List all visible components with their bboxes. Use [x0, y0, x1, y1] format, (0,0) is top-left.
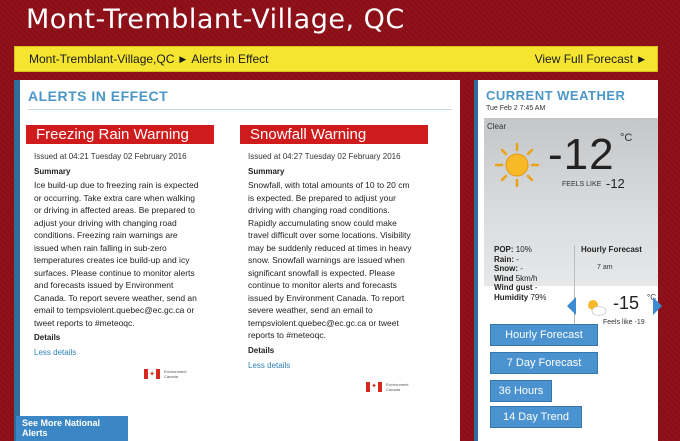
logo-text: Canada	[164, 374, 179, 379]
divider	[28, 109, 452, 110]
logo-text: Canada	[386, 386, 401, 392]
hourly-temperature: -15	[613, 293, 640, 313]
stat-row: POP: 10%	[494, 245, 546, 255]
environment-canada-logo: ✦ Environment Canada	[144, 369, 214, 379]
condition-label: Clear	[487, 122, 507, 131]
hourly-forecast-title: Hourly Forecast	[581, 245, 642, 254]
site-title: Mont-Tremblant-Village, QC	[26, 4, 405, 35]
alerts-section-title: ALERTS IN EFFECT	[28, 88, 169, 104]
see-more-alerts-button[interactable]: See More National Alerts	[16, 416, 128, 441]
canada-flag-icon: ✦	[144, 369, 160, 379]
feels-like-label: FEELS LIKE	[562, 181, 602, 188]
hourly-forecast-button[interactable]: Hourly Forecast	[490, 324, 598, 346]
view-full-forecast-label: View Full Forecast	[534, 52, 634, 66]
summary-heading: Summary	[34, 167, 71, 176]
seven-day-forecast-button[interactable]: 7 Day Forecast	[490, 352, 598, 374]
breadcrumb-bar: Mont-Tremblant-Village,QC ▶ Alerts in Ef…	[14, 46, 658, 72]
stat-label: Wind gust	[494, 283, 533, 293]
stat-row: Snow: -	[494, 264, 546, 274]
stat-label: Wind	[494, 273, 514, 283]
sun-cloud-icon	[588, 300, 607, 316]
current-weather-panel: CURRENT WEATHER Tue Feb 2 7:45 AM Clear …	[474, 80, 662, 441]
temperature-unit: °C	[620, 132, 633, 144]
thirty-six-hours-button[interactable]: 36 Hours	[490, 380, 552, 402]
hourly-forecast-time: 7 am	[597, 264, 613, 271]
stat-row: Rain: -	[494, 255, 546, 265]
stat-label: Snow:	[494, 264, 518, 274]
stat-label: Humidity	[494, 292, 529, 302]
environment-canada-logo: ✦ Environment Canada	[366, 381, 428, 392]
less-details-link[interactable]: Less details	[248, 361, 428, 370]
alert-summary: Snowfall, with total amounts of 10 to 20…	[248, 180, 412, 340]
current-weather-title: CURRENT WEATHER	[486, 88, 626, 103]
less-details-link[interactable]: Less details	[34, 348, 214, 357]
details-heading: Details	[34, 333, 61, 342]
stat-value: 5km/h	[515, 273, 538, 283]
observation-time: Tue Feb 2 7:45 AM	[486, 105, 546, 112]
canada-flag-icon: ✦	[366, 381, 382, 392]
view-full-forecast-link[interactable]: View Full Forecast ▶	[535, 52, 645, 66]
alert-title: Snowfall Warning	[240, 125, 428, 144]
alert-summary: Ice build-up due to freezing rain is exp…	[34, 180, 199, 328]
breadcrumb-location-link[interactable]: Mont-Tremblant-Village,QC	[29, 52, 174, 66]
stat-value: 10%	[515, 245, 532, 254]
stat-value: -	[534, 283, 538, 293]
breadcrumb: Mont-Tremblant-Village,QC ▶ Alerts in Ef…	[29, 52, 268, 66]
logo-text: Environment	[386, 381, 409, 387]
stat-row: Wind 5km/h	[494, 274, 546, 284]
hourly-feels-like: Feels like -19	[603, 319, 645, 326]
current-temperature: -12	[548, 130, 615, 179]
alerts-panel: ALERTS IN EFFECT Freezing Rain Warning I…	[14, 80, 460, 441]
weather-stats: POP: 10% Rain: - Snow: - Wind 5km/h Wind…	[494, 245, 546, 303]
details-heading: Details	[248, 345, 275, 355]
breadcrumb-current: Alerts in Effect	[191, 52, 269, 66]
alert-issued: Issued at 04:21 Tuesday 02 February 2016	[34, 152, 187, 161]
alert-issued: Issued at 04:27 Tuesday 02 February 2016	[248, 152, 401, 161]
stat-row: Humidity 79%	[494, 293, 546, 303]
stat-row: Wind gust -	[494, 283, 546, 293]
stat-value: -	[516, 254, 519, 264]
stat-value: -	[520, 264, 523, 274]
play-arrow-icon: ▶	[179, 53, 187, 64]
play-arrow-icon: ▶	[638, 53, 645, 64]
alert-title: Freezing Rain Warning	[26, 125, 214, 144]
stat-value: 79%	[530, 292, 547, 302]
alert-snowfall: Snowfall Warning Issued at 04:27 Tuesday…	[238, 125, 428, 392]
alert-freezing-rain: Freezing Rain Warning Issued at 04:21 Tu…	[24, 125, 214, 379]
current-conditions: Clear -12 °C FEELS LIKE -12 POP: 10% Rai…	[484, 118, 662, 339]
stat-label: Rain:	[494, 254, 514, 264]
feels-like-value: -12	[606, 176, 625, 191]
stat-label: POP:	[494, 245, 514, 254]
fourteen-day-trend-button[interactable]: 14 Day Trend	[490, 406, 582, 428]
previous-hour-arrow-icon[interactable]	[567, 297, 576, 315]
sun-icon	[494, 142, 540, 188]
summary-heading: Summary	[248, 167, 285, 176]
next-hour-arrow-icon[interactable]	[653, 297, 662, 315]
